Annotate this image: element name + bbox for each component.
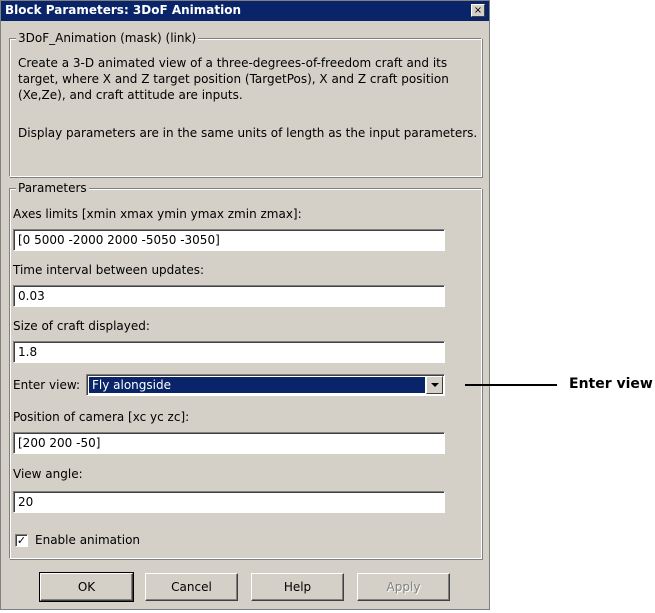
description-text: Create a 3-D animated view of a three-de… bbox=[18, 56, 449, 102]
craft-size-input[interactable]: 1.8 bbox=[13, 341, 445, 363]
view-angle-input[interactable]: 20 bbox=[13, 491, 445, 513]
display-units-note: Display parameters are in the same units… bbox=[18, 126, 478, 140]
time-interval-input[interactable]: 0.03 bbox=[13, 285, 445, 307]
enter-view-select[interactable]: Fly alongside bbox=[86, 374, 445, 396]
ok-button[interactable]: OK bbox=[39, 572, 134, 602]
description-group-legend: 3DoF_Animation (mask) (link) bbox=[16, 31, 199, 45]
apply-button[interactable]: Apply bbox=[357, 573, 450, 601]
description-group: 3DoF_Animation (mask) (link) Create a 3-… bbox=[9, 31, 482, 177]
time-interval-label: Time interval between updates: bbox=[13, 263, 205, 277]
enter-view-selected-value: Fly alongside bbox=[89, 377, 425, 393]
enter-view-label: Enter view: bbox=[13, 378, 81, 392]
parameters-group-legend: Parameters bbox=[16, 181, 89, 195]
axes-limits-label: Axes limits [xmin xmax ymin ymax zmin zm… bbox=[13, 207, 302, 221]
chevron-down-icon[interactable] bbox=[426, 376, 443, 394]
close-icon[interactable]: × bbox=[471, 4, 485, 17]
block-parameters-dialog: Block Parameters: 3DoF Animation × 3DoF_… bbox=[0, 0, 490, 610]
help-button[interactable]: Help bbox=[251, 573, 344, 601]
enter-view-callout-label: Enter view bbox=[569, 376, 653, 392]
axes-limits-input[interactable]: [0 5000 -2000 2000 -5050 -3050] bbox=[13, 229, 445, 251]
camera-position-input[interactable]: [200 200 -50] bbox=[13, 432, 445, 454]
title-bar[interactable]: Block Parameters: 3DoF Animation × bbox=[1, 1, 489, 21]
enable-animation-label[interactable]: Enable animation bbox=[35, 533, 140, 547]
craft-size-label: Size of craft displayed: bbox=[13, 319, 150, 333]
view-angle-label: View angle: bbox=[13, 467, 83, 481]
callout-line bbox=[465, 384, 557, 386]
camera-position-label: Position of camera [xc yc zc]: bbox=[13, 410, 190, 424]
enable-animation-checkbox[interactable]: ✓ bbox=[15, 534, 28, 547]
cancel-button[interactable]: Cancel bbox=[145, 573, 238, 601]
window-title: Block Parameters: 3DoF Animation bbox=[5, 3, 242, 17]
